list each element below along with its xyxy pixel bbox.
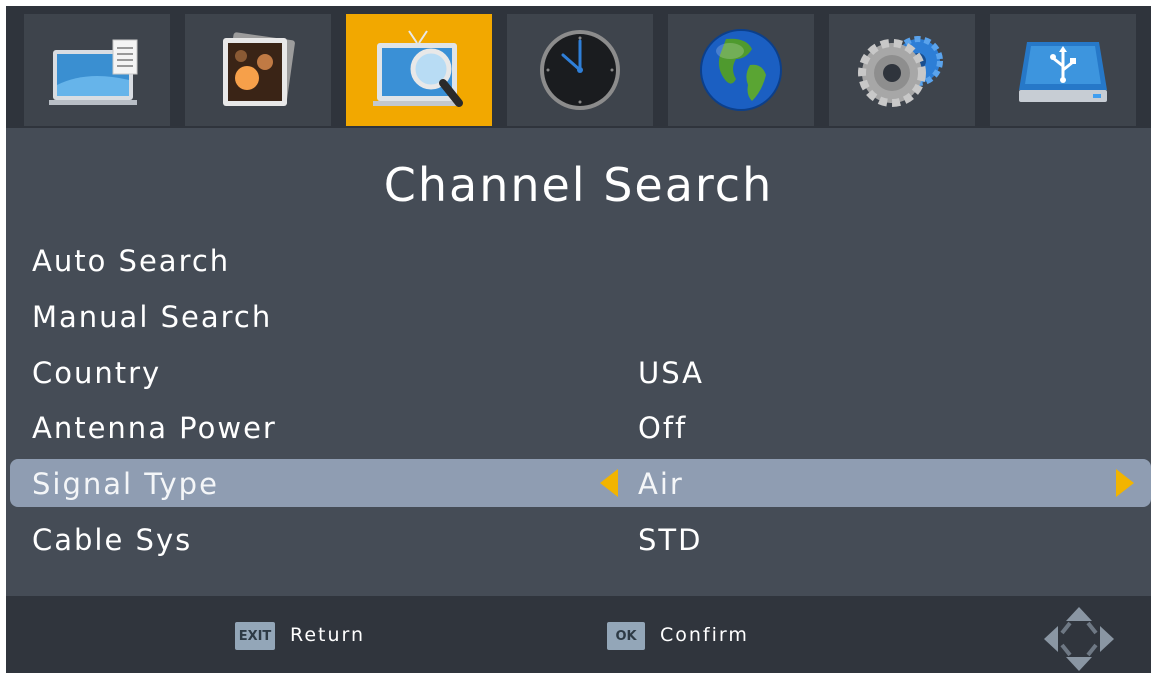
menu-item-value: STD [638,523,703,557]
tv-program-icon [49,39,138,105]
page-title: Channel Search [383,158,774,212]
tab-language[interactable] [668,14,814,126]
channel-search-icon [373,30,463,107]
menu-item-manual-search[interactable]: Manual Search [10,292,1151,340]
tab-program[interactable] [24,14,170,126]
menu-item-cable-sys[interactable]: Cable Sys STD [10,515,1151,563]
top-menu-bar [6,6,1151,128]
menu-item-signal-type[interactable]: Signal Type Air [10,459,1151,507]
menu-item-label: Signal Type [32,467,219,501]
tab-system[interactable] [829,14,975,126]
tab-usb[interactable] [990,14,1136,126]
clock-icon [540,30,620,110]
usb-drive-icon [1019,42,1107,102]
menu-item-value: Off [638,411,688,445]
menu-item-value: Air [638,467,684,501]
menu-item-label: Cable Sys [32,523,193,557]
picture-icon [223,32,295,106]
menu-item-label: Antenna Power [32,411,277,445]
menu-item-auto-search[interactable]: Auto Search [10,236,1151,284]
settings-gears-icon [858,36,943,107]
arrow-right-icon[interactable] [1116,469,1134,497]
tab-picture[interactable] [185,14,331,126]
menu-item-label: Country [32,356,162,390]
globe-icon [700,29,782,111]
arrow-left-icon[interactable] [600,469,618,497]
exit-hint-label: Return [290,624,366,646]
ok-key-icon: OK [607,622,645,650]
exit-key-icon: EXIT [235,622,275,650]
menu-item-country[interactable]: Country USA [10,348,1151,396]
tab-time[interactable] [507,14,653,126]
ok-hint-label: Confirm [660,624,749,646]
menu-item-antenna-power[interactable]: Antenna Power Off [10,403,1151,451]
menu-item-label: Auto Search [32,244,231,278]
menu-item-label: Manual Search [32,300,273,334]
dpad-navigation-icon [1044,607,1114,671]
tab-channel-search[interactable] [346,14,492,126]
footer-hint-bar: EXIT Return OK Confirm [6,596,1151,673]
screen: Channel Search Auto Search Manual Search… [6,6,1151,673]
menu-item-value: USA [638,356,705,390]
